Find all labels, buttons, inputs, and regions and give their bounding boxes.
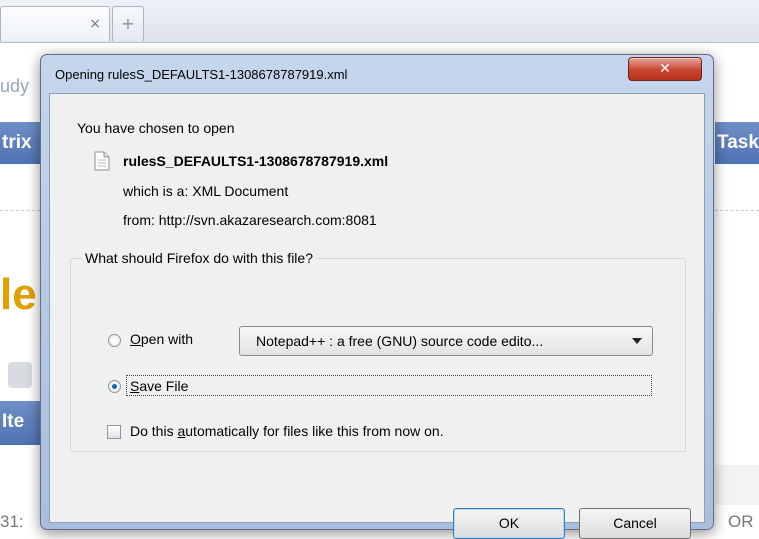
file-type-label: which is a: bbox=[123, 183, 189, 199]
open-with-text: pen with bbox=[140, 331, 194, 347]
application-select-value: Notepad++ : a free (GNU) source code edi… bbox=[256, 333, 544, 349]
action-group-title: What should Firefox do with this file? bbox=[82, 250, 316, 266]
background-divider bbox=[0, 210, 40, 211]
background-panel bbox=[715, 465, 759, 505]
auto-action-label[interactable]: Do this automatically for files like thi… bbox=[130, 423, 444, 439]
document-icon bbox=[94, 151, 110, 171]
background-text: udy bbox=[0, 76, 30, 96]
file-source-label: from: bbox=[123, 212, 155, 228]
background-heading: le bbox=[0, 270, 37, 319]
file-source-row: from: http://svn.akazaresearch.com:8081 bbox=[123, 212, 377, 228]
file-source-value: http://svn.akazaresearch.com:8081 bbox=[158, 212, 377, 228]
close-button[interactable]: ✕ bbox=[628, 57, 702, 81]
open-with-radio[interactable] bbox=[108, 334, 121, 347]
file-type-value: XML Document bbox=[192, 183, 289, 199]
cancel-button[interactable]: Cancel bbox=[579, 508, 691, 539]
background-nav-band: trix bbox=[0, 122, 40, 164]
background-divider bbox=[715, 210, 759, 211]
background-text: 31: bbox=[0, 512, 24, 531]
tab-close-icon[interactable]: × bbox=[89, 16, 101, 32]
chosen-to-open-label: You have chosen to open bbox=[77, 120, 235, 136]
opening-file-dialog: Opening rulesS_DEFAULTS1-1308678787919.x… bbox=[40, 54, 714, 539]
chevron-down-icon bbox=[632, 338, 642, 344]
auto-action-text-before: Do this bbox=[130, 423, 178, 439]
file-name: rulesS_DEFAULTS1-1308678787919.xml bbox=[123, 153, 389, 169]
background-nav-band: Task bbox=[715, 122, 759, 164]
background-table-header: Ite bbox=[0, 401, 40, 445]
browser-tab[interactable]: × bbox=[0, 6, 110, 41]
new-tab-icon[interactable]: + bbox=[112, 6, 144, 41]
close-icon: ✕ bbox=[659, 61, 671, 77]
application-select[interactable]: Notepad++ : a free (GNU) source code edi… bbox=[239, 326, 653, 356]
auto-action-checkbox[interactable] bbox=[107, 425, 121, 439]
save-file-label[interactable]: Save File bbox=[130, 378, 188, 394]
auto-action-text-after: utomatically for files like this from no… bbox=[185, 423, 444, 439]
ok-button[interactable]: OK bbox=[453, 508, 565, 539]
open-with-label[interactable]: Open with bbox=[130, 331, 193, 347]
save-file-text: ave File bbox=[139, 378, 189, 394]
save-file-focus-rect bbox=[126, 375, 652, 396]
background-table-header-text: Ite bbox=[2, 411, 25, 432]
open-with-accel: O bbox=[130, 331, 141, 347]
save-file-accel: S bbox=[130, 378, 140, 394]
background-nav-text: trix bbox=[2, 132, 32, 153]
save-file-radio[interactable] bbox=[108, 380, 121, 393]
background-control bbox=[8, 362, 32, 388]
background-nav-text: Task bbox=[717, 132, 759, 153]
file-type-row: which is a: XML Document bbox=[123, 183, 288, 199]
dialog-body: You have chosen to open rulesS_DEFAULTS1… bbox=[49, 93, 705, 539]
dialog-titlebar[interactable]: Opening rulesS_DEFAULTS1-1308678787919.x… bbox=[41, 55, 713, 95]
background-text: OR bbox=[728, 512, 754, 531]
dialog-title: Opening rulesS_DEFAULTS1-1308678787919.x… bbox=[55, 67, 348, 82]
tab-bar: × + bbox=[0, 0, 759, 43]
